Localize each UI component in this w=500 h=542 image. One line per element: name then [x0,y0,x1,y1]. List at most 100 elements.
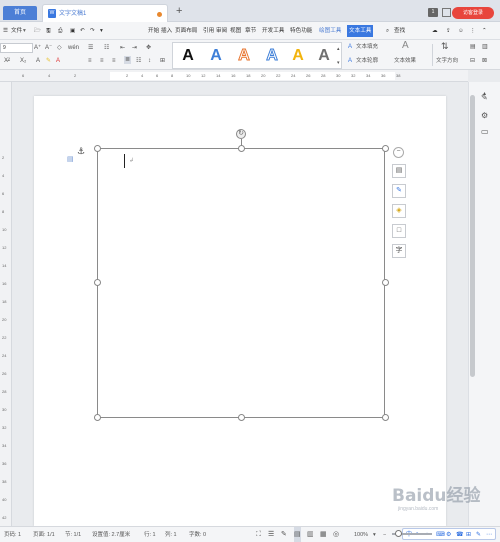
resize-handle-top[interactable] [238,145,245,152]
text-effect-large-icon[interactable]: A [402,41,409,51]
cloud-icon[interactable]: ☁ [432,22,438,40]
redo-icon[interactable]: ↷ [90,22,95,40]
new-tab-button[interactable]: + [176,5,182,17]
line-spacing-icon[interactable]: ↕ [148,57,151,65]
page-view-icon[interactable]: ▤ [294,527,301,542]
wordart-style-3[interactable]: A [231,45,257,67]
status-column[interactable]: 列: 1 [165,527,177,542]
save-icon[interactable]: 🖫 [46,22,51,40]
menu-chapter[interactable]: 章节 [245,22,256,40]
resize-handle-left[interactable] [94,279,101,286]
create-link-icon[interactable]: ▥ [482,43,488,51]
ime-item[interactable]: ᵒ [416,530,418,540]
text-outline-button[interactable]: 文本轮廓 [356,57,378,65]
style-icon[interactable]: ✎ [481,94,488,102]
share-icon[interactable]: ⇪ [446,22,451,40]
pinyin-icon[interactable]: wén [68,44,79,52]
resize-handle-top-left[interactable] [94,145,101,152]
zoom-out-button[interactable]: − [383,527,386,542]
status-page-number[interactable]: 页码: 1 [4,527,21,542]
menu-text-tools[interactable]: 文本工具 [347,25,374,37]
align-left-icon[interactable]: ≡ [88,57,92,65]
gallery-up-icon[interactable]: ▴ [337,45,340,53]
strikethrough-icon[interactable]: X̶² [4,57,10,65]
status-section[interactable]: 节: 1/1 [65,527,81,542]
break-link-icon[interactable]: ⊠ [482,57,487,65]
chinese-layout-icon[interactable]: ✥ [146,44,151,52]
horizontal-ruler[interactable]: 6 4 2 2 4 6 8 10 12 14 16 18 20 22 24 26 28 30 32 34 36 38 [0,70,468,82]
outline-view-icon[interactable]: ☰ [268,527,274,542]
collapse-ribbon-icon[interactable]: ⌃ [482,22,487,40]
text-box-link-icon[interactable]: ⊟ [470,57,475,65]
zoom-slider-knob[interactable] [395,530,402,537]
menu-file[interactable]: 文件 [11,22,22,40]
ime-item[interactable]: ☎ [456,530,463,540]
resize-handle-bottom[interactable] [238,414,245,421]
subscript-icon[interactable]: X₂ [20,57,26,65]
fullscreen-icon[interactable]: ⛶ [256,527,261,542]
numbering-icon[interactable]: ☷ [104,44,109,52]
increase-indent-icon[interactable]: ⇥ [132,44,137,52]
more-icon[interactable]: ▾ [100,22,103,40]
layout-grid-icon[interactable] [442,8,451,17]
open-icon[interactable]: 🗁 [34,22,41,40]
ime-item[interactable]: ✎ [476,530,481,540]
justify-icon[interactable]: ≣ [124,56,132,64]
document-tab[interactable]: W 文字文稿1 [42,4,168,22]
status-setting[interactable]: 设置值: 2.7厘米 [92,527,130,542]
undo-icon[interactable]: ↶ [80,22,85,40]
ime-item[interactable]: 中 [406,530,412,540]
shape-fill-icon[interactable]: ◈ [392,204,406,218]
resize-handle-right[interactable] [382,279,389,286]
collapse-float-tools-button[interactable]: − [393,147,404,158]
adjust-icon[interactable]: ⚙ [481,112,488,120]
menu-start[interactable]: 开始 [148,22,159,40]
menu-references[interactable]: 引用 [203,22,214,40]
print-preview-icon[interactable]: ▣ [70,22,75,40]
shape-style-icon[interactable]: ✎ [392,184,406,198]
text-fill-button[interactable]: 文本填充 [356,43,378,51]
menu-review[interactable]: 审阅 [216,22,227,40]
highlight-icon[interactable]: ✎ [46,57,51,65]
align-text-icon[interactable]: ▤ [470,43,476,51]
hamburger-icon[interactable]: ☰ [3,22,8,40]
text-wrap-icon[interactable]: 字 [392,244,406,258]
clear-format-icon[interactable]: ◇ [57,44,62,52]
wordart-style-2[interactable]: A [203,45,229,67]
ime-item[interactable]: ⋯ [486,530,492,540]
font-color-icon[interactable]: A [56,57,60,65]
eye-protection-icon[interactable]: ◎ [333,527,339,542]
decrease-indent-icon[interactable]: ⇤ [120,44,125,52]
edit-icon[interactable]: ✎ [281,527,287,542]
status-row[interactable]: 行: 1 [144,527,156,542]
text-direction-button[interactable]: 文字方向 [436,57,458,65]
file-dropdown-icon[interactable]: ▾ [23,22,26,40]
menu-special[interactable]: 特色功能 [290,22,312,40]
ime-item[interactable]: • [426,530,428,540]
text-effect-icon[interactable]: A [36,57,40,65]
text-direction-icon[interactable]: ⇅ [441,42,449,51]
rotate-handle[interactable]: ↻ [236,129,246,139]
anchor-icon[interactable]: ⚓ [77,146,85,157]
menu-developer[interactable]: 开发工具 [262,22,284,40]
menu-insert[interactable]: 插入 [161,22,172,40]
align-right-icon[interactable]: ≡ [112,57,116,65]
text-effect-button[interactable]: 文本效果 [394,57,416,65]
wordart-style-4[interactable]: A [259,45,285,67]
search-label[interactable]: 查找 [394,22,405,40]
menu-drawing-tools[interactable]: 绘图工具 [319,22,341,40]
ime-item[interactable]: ⚙ [446,530,451,540]
text-box[interactable] [97,148,385,418]
menu-view[interactable]: 视图 [230,22,241,40]
font-size-select[interactable]: 9 [0,43,33,53]
vertical-ruler[interactable]: 2 4 6 8 10 12 14 16 18 20 22 24 26 28 30 32 34 36 38 40 42 [0,82,12,526]
user-icon[interactable]: ☺ [458,22,464,40]
gallery-down-icon[interactable]: ▾ [337,59,340,67]
distributed-icon[interactable]: ☷ [136,57,141,65]
shrink-font-icon[interactable]: A⁻ [45,44,52,52]
grow-font-icon[interactable]: A⁺ [34,44,41,52]
align-center-icon[interactable]: ≡ [100,57,104,65]
borders-icon[interactable]: ⊞ [160,57,165,65]
web-view-icon[interactable]: ▥ [307,527,314,542]
ime-item[interactable]: ⌨ [436,530,445,540]
